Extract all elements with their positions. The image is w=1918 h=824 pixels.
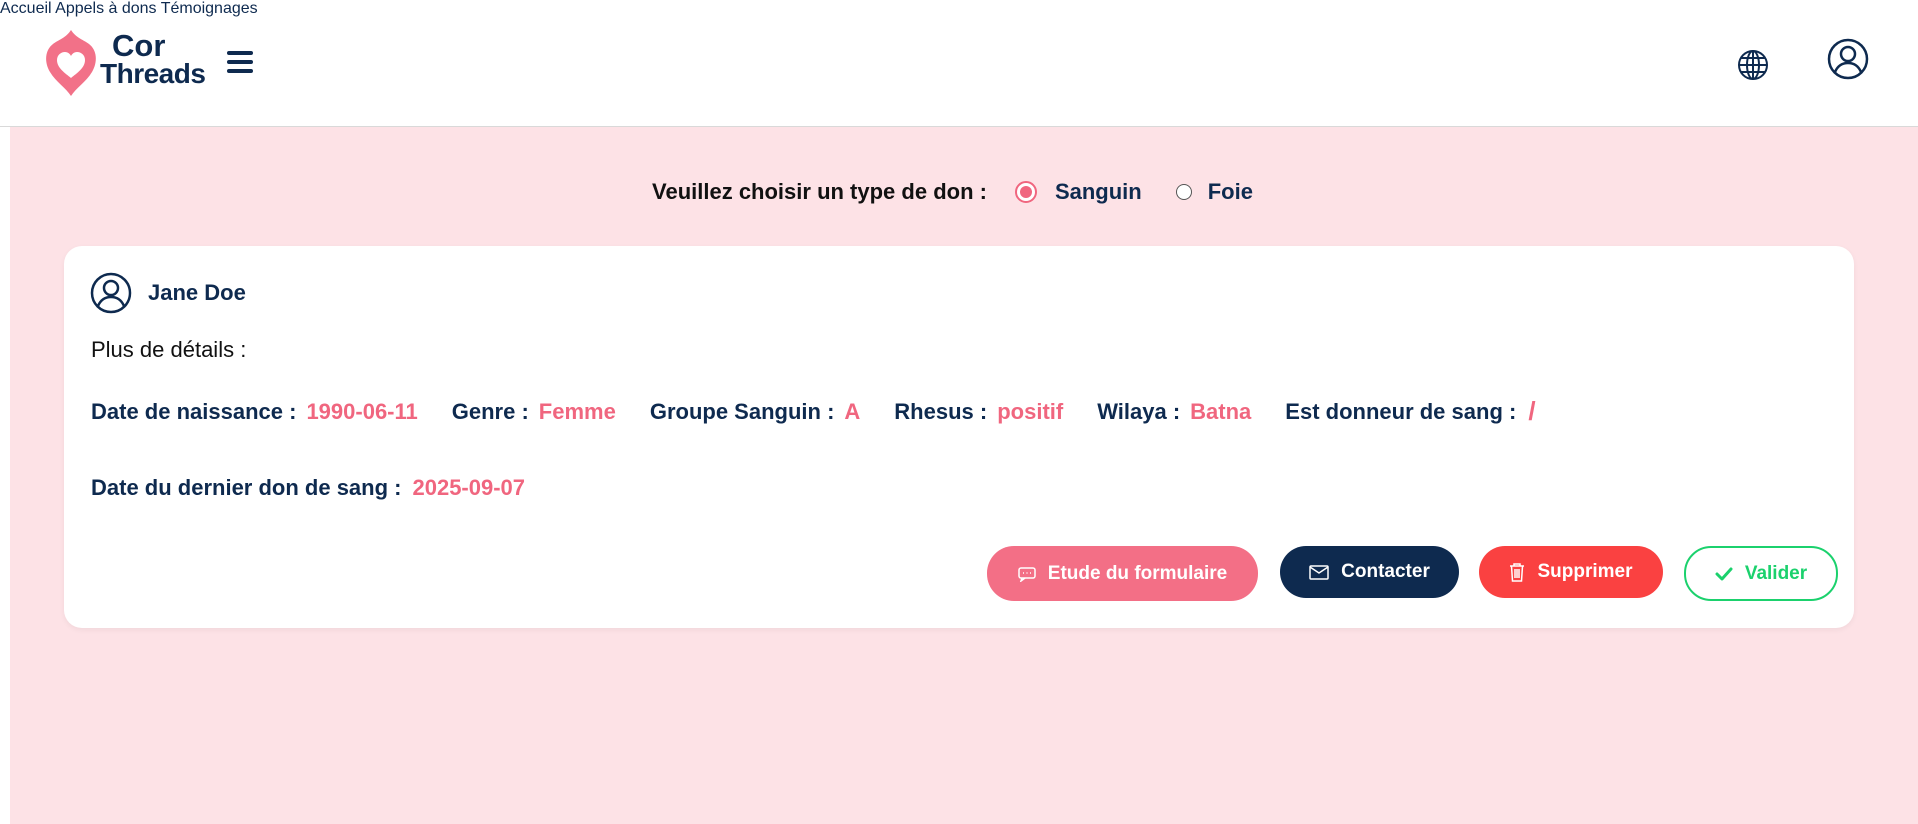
radio-sanguin-label: Sanguin [1054, 179, 1142, 204]
field-label-rhesus: Rhesus : [894, 398, 988, 424]
field-value-wilaya: Batna [1190, 398, 1252, 424]
radio-sanguin[interactable]: Sanguin [1014, 179, 1142, 205]
nav-temoignages[interactable]: Témoignages [161, 0, 258, 17]
heart-logo-icon [46, 30, 96, 96]
field-label-blood-group: Groupe Sanguin : [649, 398, 835, 424]
contacter-button[interactable]: Contacter [1280, 546, 1459, 598]
user-icon [90, 272, 132, 314]
field-label-genre: Genre : [451, 398, 529, 424]
donation-type-selector: Veuillez choisir un type de don : Sangui… [652, 177, 1253, 207]
radio-foie[interactable]: Foie [1175, 179, 1253, 205]
field-value-rhesus: positif [997, 398, 1064, 424]
logo-text: Cor Threads [100, 28, 206, 89]
radio-selected-icon[interactable] [1014, 181, 1037, 203]
details-title: Plus de détails : [91, 337, 247, 362]
radio-foie-label: Foie [1207, 179, 1253, 204]
globe-icon[interactable] [1737, 49, 1769, 81]
supprimer-button[interactable]: Supprimer [1479, 546, 1663, 598]
etude-formulaire-label: Etude du formulaire [1047, 562, 1228, 584]
field-label-is-donor: Est donneur de sang : [1285, 398, 1517, 424]
field-value-blood-group: A [844, 398, 861, 424]
donor-name: Jane Doe [148, 280, 246, 305]
field-value-last-donation: 2025-09-07 [412, 475, 526, 500]
field-value-genre: Femme [538, 398, 616, 424]
field-label-birthdate: Date de naissance : [91, 398, 297, 424]
check-icon [1715, 567, 1733, 580]
valider-button[interactable]: Valider [1684, 546, 1838, 601]
mail-icon [1309, 564, 1329, 580]
menu-icon[interactable] [224, 48, 256, 76]
form-review-icon [1018, 566, 1036, 582]
field-label-last-donation: Date du dernier don de sang : [91, 475, 402, 500]
field-label-wilaya: Wilaya : [1097, 398, 1181, 424]
info-row: Date de naissance : 1990-06-11 Genre : F… [91, 396, 1536, 427]
trash-icon [1510, 563, 1525, 582]
valider-label: Valider [1744, 562, 1808, 584]
donation-type-label: Veuillez choisir un type de don : [652, 179, 987, 204]
etude-formulaire-button[interactable]: Etude du formulaire [987, 546, 1258, 601]
top-header: Cor Threads Accueil Appels à dons Témoig… [0, 0, 1918, 127]
logo-line1: Cor [112, 28, 166, 63]
supprimer-label: Supprimer [1537, 561, 1633, 582]
nav-accueil[interactable]: Accueil [0, 0, 52, 17]
last-donation-row: Date du dernier don de sang : 2025-09-07 [91, 475, 525, 501]
field-value-birthdate: 1990-06-11 [306, 398, 418, 424]
donor-card: Jane Doe Plus de détails : Date de naiss… [64, 246, 1854, 628]
logo-line2: Threads [100, 58, 206, 89]
contacter-label: Contacter [1341, 561, 1430, 582]
field-value-is-donor: / [1528, 396, 1536, 426]
main-content: Veuillez choisir un type de don : Sangui… [10, 127, 1918, 824]
radio-unselected-icon[interactable] [1175, 184, 1192, 200]
nav-appels-a-dons[interactable]: Appels à dons [55, 0, 156, 17]
logo[interactable]: Cor Threads [44, 26, 206, 96]
account-icon[interactable] [1827, 38, 1869, 80]
